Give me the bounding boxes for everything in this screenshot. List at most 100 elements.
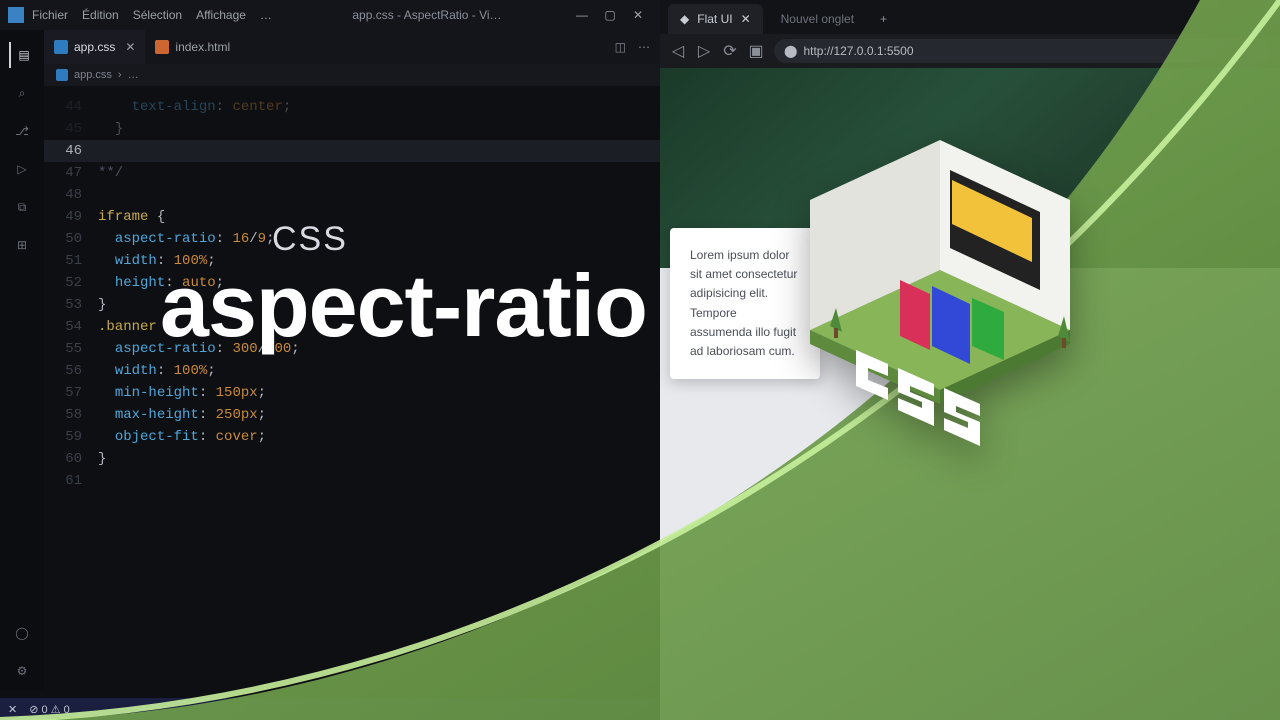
line-number: 47 [44,162,98,184]
tab-app-css[interactable]: app.css ✕ [44,30,145,64]
code-line[interactable]: 48 [44,184,660,206]
line-number: 61 [44,470,98,492]
debug-icon[interactable]: ▷ [9,156,35,182]
more-actions-icon[interactable]: ⋯ [638,40,650,54]
line-number: 50 [44,228,98,250]
code-line[interactable]: 60} [44,448,660,470]
line-number: 52 [44,272,98,294]
code-line[interactable]: 59 object-fit: cover; [44,426,660,448]
line-number: 44 [44,96,98,118]
status-remote-icon[interactable]: ✕ [8,703,17,716]
line-number: 55 [44,338,98,360]
tab-index-html[interactable]: index.html [145,30,240,64]
tab-close-icon[interactable]: ✕ [741,12,751,26]
code-content: width: 100%; [98,360,216,382]
line-number: 57 [44,382,98,404]
code-line[interactable]: 45 } [44,118,660,140]
code-line[interactable]: 54.banner { [44,316,660,338]
account-icon[interactable]: ◯ [9,620,35,646]
tab-label: app.css [74,40,115,54]
css-file-icon [54,40,68,54]
code-content: } [98,118,123,140]
code-line[interactable]: 53} [44,294,660,316]
line-number: 45 [44,118,98,140]
tab-close-icon[interactable]: ✕ [125,40,135,54]
code-content [98,470,106,492]
browser-tab-label: Flat UI [697,12,732,26]
code-content: **/ [98,162,123,184]
remote-icon[interactable]: ⧉ [9,194,35,220]
browser-tab-active[interactable]: ◆ Flat UI ✕ [668,4,763,34]
search-icon[interactable]: ⌕ [9,80,35,106]
extensions-icon[interactable]: ⊞ [9,232,35,258]
menu-view[interactable]: Affichage [196,8,246,22]
code-content: text-align: center; [98,96,291,118]
code-content: width: 100%; [98,250,216,272]
status-bar: ✕ ⊘ 0 ⚠ 0 [0,698,660,720]
titlebar: Fichier Édition Sélection Affichage … ap… [0,0,660,30]
code-line[interactable]: 57 min-height: 150px; [44,382,660,404]
line-number: 54 [44,316,98,338]
browser-tabs: ◆ Flat UI ✕ Nouvel onglet + [660,0,1280,34]
html-file-icon [155,40,169,54]
breadcrumb[interactable]: app.css › … [44,64,660,86]
line-number: 59 [44,426,98,448]
window-maximize-button[interactable]: ▢ [596,8,624,22]
code-content: height: auto; [98,272,224,294]
line-number: 46 [44,140,98,162]
back-icon[interactable]: ◁ [670,41,686,61]
code-content: } [98,294,106,316]
code-line[interactable]: 47**/ [44,162,660,184]
new-tab-button[interactable]: + [872,4,895,34]
window-title: app.css - AspectRatio - Vi… [286,8,568,22]
explorer-icon[interactable]: ▤ [9,42,35,68]
browser-tab-label: Nouvel onglet [781,12,854,26]
code-line[interactable]: 49iframe { [44,206,660,228]
menu-edit[interactable]: Édition [82,8,119,22]
code-content: object-fit: cover; [98,426,266,448]
url-text: http://127.0.0.1:5500 [803,44,913,58]
code-line[interactable]: 46 [44,140,660,162]
forward-icon[interactable]: ▷ [696,41,712,61]
plus-icon: + [880,12,887,26]
card-text: Lorem ipsum dolor sit amet consectetur a… [690,248,797,358]
browser-window: ◆ Flat UI ✕ Nouvel onglet + ◁ ▷ ⟳ ▣ ⬤ ht… [660,0,1280,720]
split-editor-icon[interactable]: ◫ [615,40,626,54]
breadcrumb-file: app.css [74,69,112,81]
code-line[interactable]: 51 width: 100%; [44,250,660,272]
window-minimize-button[interactable]: — [568,8,596,22]
code-content [98,184,106,206]
line-number: 53 [44,294,98,316]
code-line[interactable]: 50 aspect-ratio: 16/9; [44,228,660,250]
code-line[interactable]: 44 text-align: center; [44,96,660,118]
menu-selection[interactable]: Sélection [133,8,182,22]
window-close-button[interactable]: ✕ [624,8,652,22]
code-line[interactable]: 55 aspect-ratio: 300/100; [44,338,660,360]
line-number: 51 [44,250,98,272]
code-line[interactable]: 61 [44,470,660,492]
menu-more[interactable]: … [260,8,272,22]
code-content: max-height: 250px; [98,404,266,426]
status-problems[interactable]: ⊘ 0 ⚠ 0 [29,703,69,716]
code-content: } [98,448,106,470]
menu-file[interactable]: Fichier [32,8,68,22]
home-icon[interactable]: ▣ [748,41,764,61]
code-line[interactable]: 52 height: auto; [44,272,660,294]
line-number: 56 [44,360,98,382]
code-content: aspect-ratio: 16/9; [98,228,274,250]
line-number: 49 [44,206,98,228]
settings-gear-icon[interactable]: ⚙ [9,658,35,684]
line-number: 48 [44,184,98,206]
code-editor[interactable]: 44 text-align: center;45 }46 47**/48 49i… [44,86,660,698]
code-content: min-height: 150px; [98,382,266,404]
code-line[interactable]: 58 max-height: 250px; [44,404,660,426]
browser-toolbar: ◁ ▷ ⟳ ▣ ⬤ http://127.0.0.1:5500 [660,34,1280,68]
source-control-icon[interactable]: ⎇ [9,118,35,144]
reload-icon[interactable]: ⟳ [722,41,738,61]
code-line[interactable]: 56 width: 100%; [44,360,660,382]
code-content: .banner { [98,316,174,338]
breadcrumb-sep: › [118,69,122,81]
address-bar[interactable]: ⬤ http://127.0.0.1:5500 [774,39,1270,63]
code-content: iframe { [98,206,165,228]
browser-tab-inactive[interactable]: Nouvel onglet [769,4,866,34]
